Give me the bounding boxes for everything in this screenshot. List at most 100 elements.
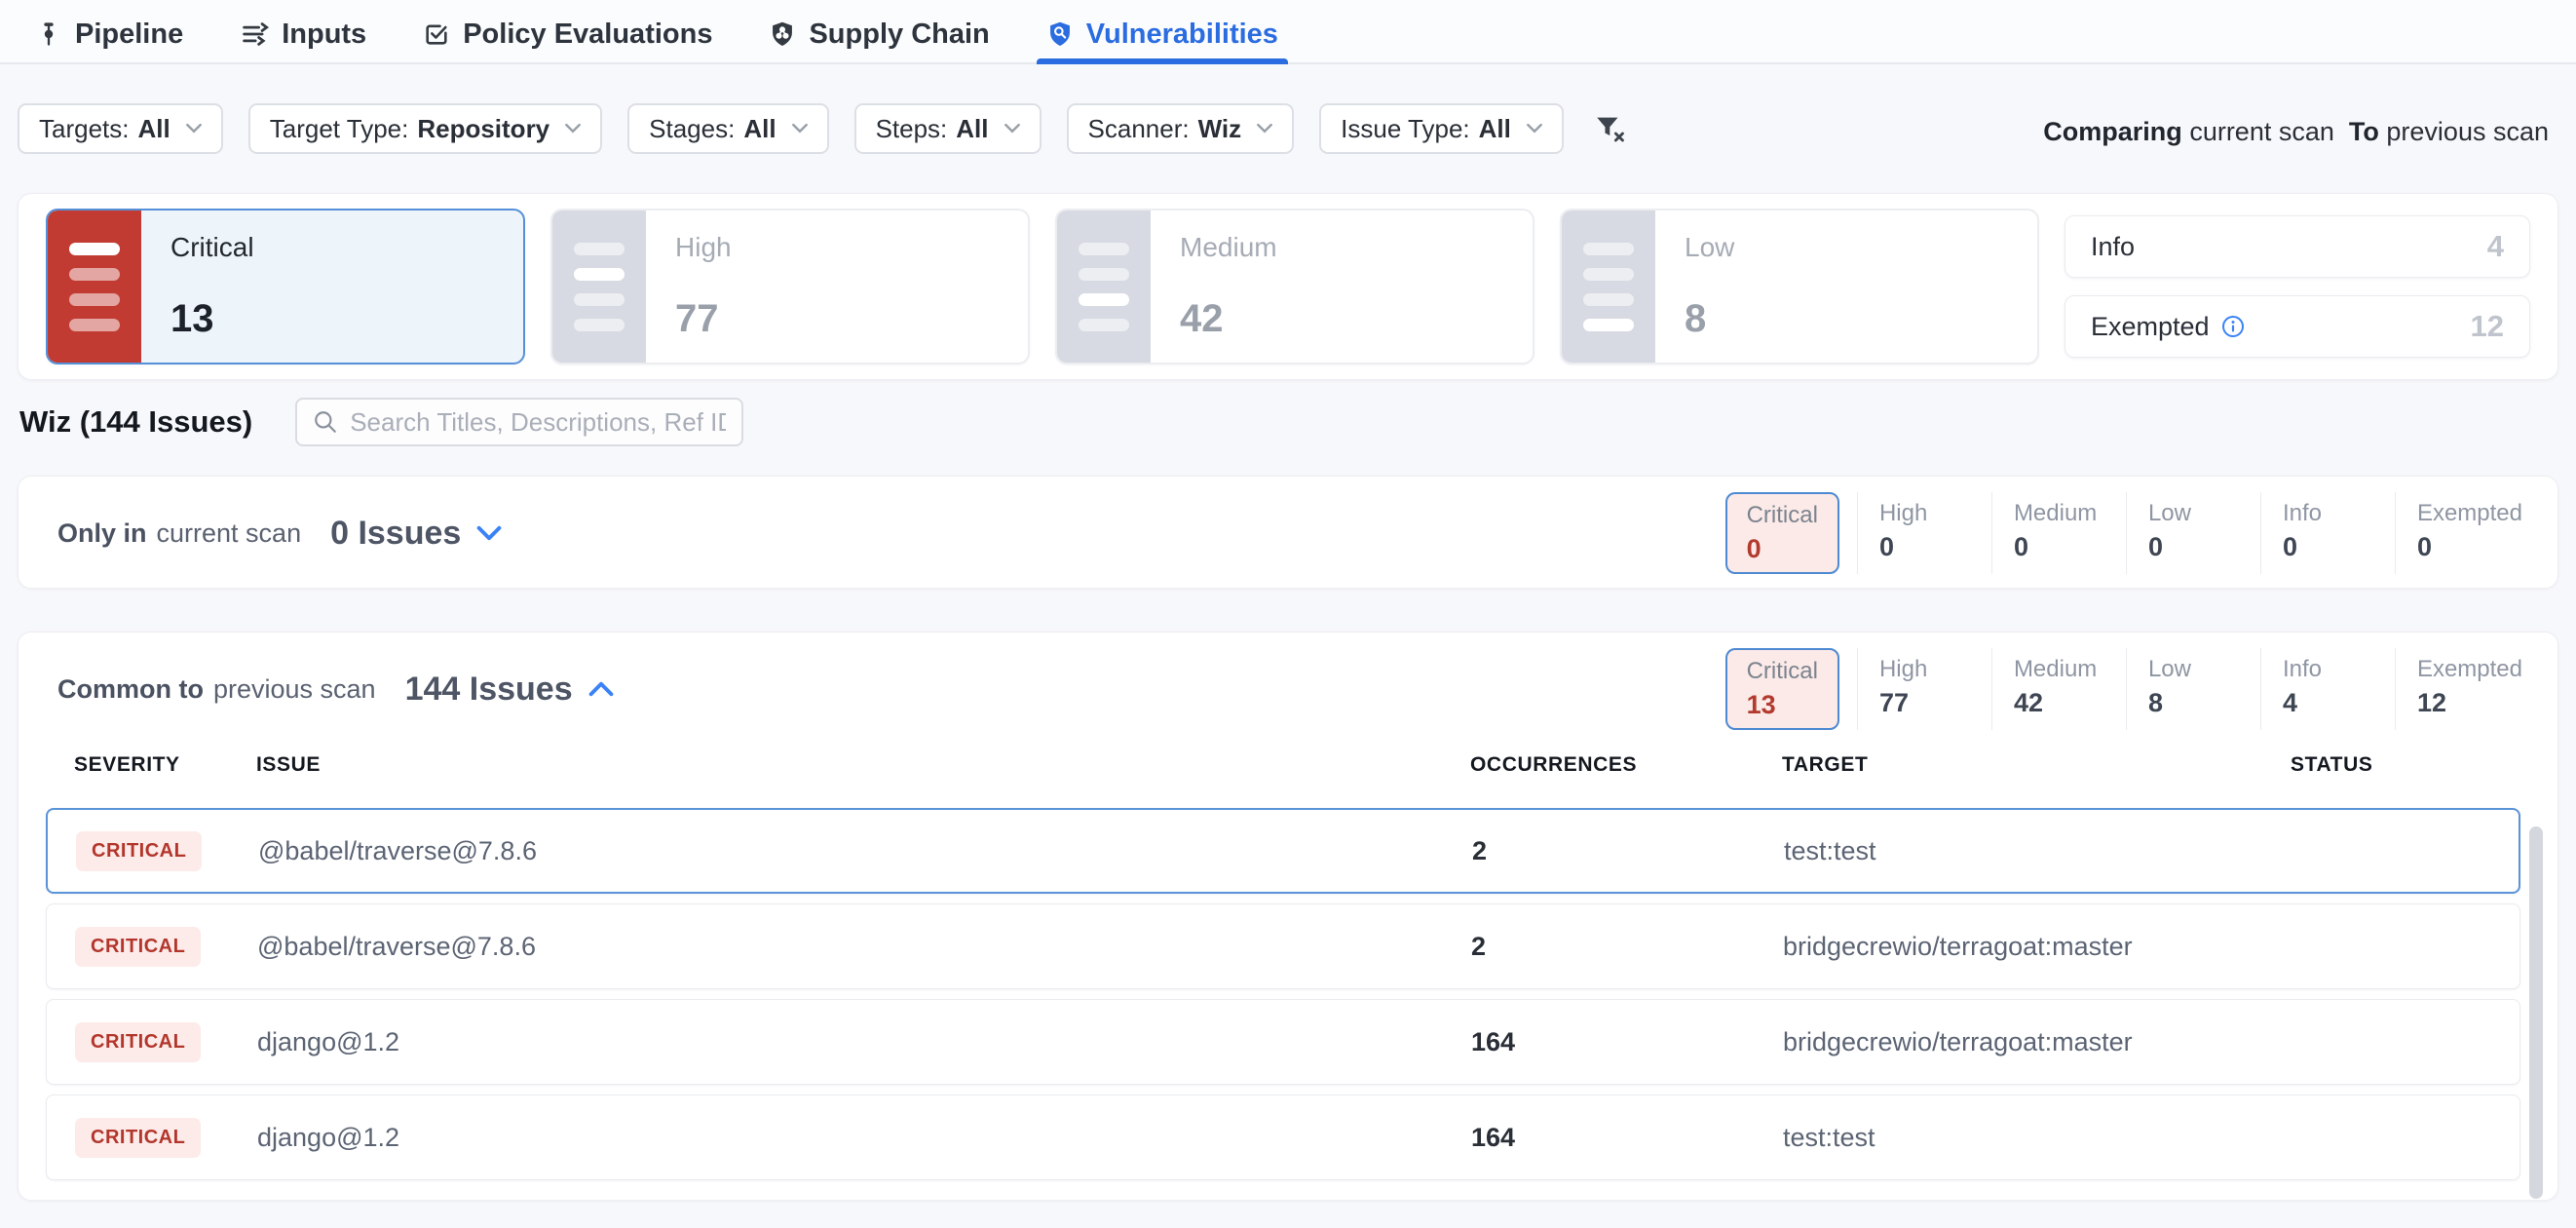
chip-low[interactable]: Low 8: [2126, 648, 2243, 730]
filter-scanner[interactable]: Scanner: Wiz: [1067, 103, 1295, 154]
severity-card-low[interactable]: Low 8: [1560, 209, 2039, 365]
policy-check-icon: [423, 20, 450, 48]
chip-exempted[interactable]: Exempted 0: [2395, 492, 2522, 574]
severity-badge: CRITICAL: [75, 927, 201, 967]
severity-badge: CRITICAL: [76, 831, 202, 871]
chip-critical[interactable]: Critical 0: [1725, 492, 1839, 574]
occurrences-cell: 2: [1472, 836, 1784, 866]
filter-label: Scanner:: [1088, 114, 1190, 144]
tab-bar: Pipeline Inputs Policy Evaluations Suppl…: [0, 0, 2576, 64]
common-count: 144 Issues: [405, 671, 573, 709]
info-icon: [2221, 315, 2245, 338]
chip-value: 4: [2283, 688, 2377, 718]
comparing-bold: Comparing: [2043, 117, 2182, 146]
table-row[interactable]: CRITICAL django@1.2 164 bridgecrewio/ter…: [46, 999, 2520, 1085]
chip-label: Critical: [1747, 658, 1818, 685]
filter-value: All: [956, 114, 988, 144]
filter-value: All: [138, 114, 170, 144]
col-issue: ISSUE: [256, 753, 1470, 777]
common-header: Common to previous scan 144 Issues: [57, 671, 614, 709]
tab-label: Inputs: [282, 19, 366, 51]
info-card-label: Info: [2091, 232, 2135, 262]
tab-policy-evaluations[interactable]: Policy Evaluations: [423, 6, 712, 62]
filter-label: Steps:: [876, 114, 948, 144]
severity-level-icon: [552, 211, 646, 363]
chip-high[interactable]: High 0: [1857, 492, 1974, 574]
severity-badge: CRITICAL: [75, 1022, 201, 1062]
inputs-icon: [240, 20, 269, 48]
occurrences-cell: 2: [1471, 932, 1783, 962]
severity-card-medium[interactable]: Medium 42: [1055, 209, 1534, 365]
severity-card-label: Low: [1685, 232, 2008, 263]
chip-label: Info: [2283, 500, 2377, 527]
common-collapse-toggle[interactable]: [588, 681, 614, 697]
severity-level-icon: [48, 211, 141, 363]
chip-info[interactable]: Info 0: [2260, 492, 2377, 574]
chip-value: 0: [2417, 532, 2522, 562]
chip-info[interactable]: Info 4: [2260, 648, 2377, 730]
only-in-rest: current scan: [157, 518, 302, 549]
tab-supply-chain[interactable]: Supply Chain: [769, 6, 989, 62]
chip-value: 0: [1747, 534, 1818, 564]
filter-label: Targets:: [39, 114, 130, 144]
issue-cell: django@1.2: [257, 1123, 1471, 1153]
filter-target-type[interactable]: Target Type: Repository: [248, 103, 602, 154]
filter-stages[interactable]: Stages: All: [627, 103, 828, 154]
search-input[interactable]: [350, 407, 726, 438]
chip-critical[interactable]: Critical 13: [1725, 648, 1839, 730]
chip-value: 42: [2014, 688, 2108, 718]
col-severity: SEVERITY: [74, 753, 256, 777]
chip-high[interactable]: High 77: [1857, 648, 1974, 730]
filter-value: All: [1479, 114, 1511, 144]
chevron-down-icon: [792, 124, 808, 134]
severity-level-icon: [1057, 211, 1151, 363]
filter-targets[interactable]: Targets: All: [18, 103, 223, 154]
exempted-card-label: Exempted: [2091, 312, 2245, 342]
only-in-bold: Only in: [57, 518, 147, 549]
info-card[interactable]: Info 4: [2065, 215, 2530, 278]
chip-exempted[interactable]: Exempted 12: [2395, 648, 2522, 730]
comparing-label: Comparing current scan To previous scan: [2043, 117, 2549, 147]
filter-issue-type[interactable]: Issue Type: All: [1319, 103, 1564, 154]
filter-label: Issue Type:: [1341, 114, 1470, 144]
target-cell: test:test: [1783, 1123, 2292, 1153]
only-in-expand-toggle[interactable]: [476, 525, 502, 541]
common-bold: Common to: [57, 674, 204, 705]
tab-inputs[interactable]: Inputs: [240, 6, 366, 62]
exempted-label-text: Exempted: [2091, 312, 2210, 342]
clear-filters-button[interactable]: [1593, 112, 1626, 145]
chip-low[interactable]: Low 0: [2126, 492, 2243, 574]
info-card-count: 4: [2487, 229, 2504, 264]
chip-medium[interactable]: Medium 0: [1991, 492, 2108, 574]
filter-steps[interactable]: Steps: All: [854, 103, 1042, 154]
chevron-down-icon: [1527, 124, 1542, 134]
vulnerabilities-page: Pipeline Inputs Policy Evaluations Suppl…: [0, 0, 2576, 1228]
only-in-header: Only in current scan 0 Issues: [57, 515, 502, 553]
filter-value: Wiz: [1198, 114, 1242, 144]
chip-label: Low: [2148, 656, 2243, 683]
table-row[interactable]: CRITICAL @babel/traverse@7.8.6 2 bridgec…: [46, 903, 2520, 989]
tab-vulnerabilities[interactable]: Vulnerabilities: [1046, 6, 1278, 62]
occurrences-cell: 164: [1471, 1123, 1783, 1153]
scrollbar-thumb[interactable]: [2529, 826, 2543, 1199]
exempted-card[interactable]: Exempted 12: [2065, 295, 2530, 358]
severity-card-high[interactable]: High 77: [550, 209, 1030, 365]
table-row[interactable]: CRITICAL django@1.2 164 test:test: [46, 1094, 2520, 1180]
exempted-card-count: 12: [2471, 309, 2504, 344]
chevron-down-icon: [1004, 124, 1020, 134]
tab-pipeline[interactable]: Pipeline: [35, 6, 183, 62]
chip-label: Low: [2148, 500, 2243, 527]
search-box: [295, 398, 743, 446]
target-cell: bridgecrewio/terragoat:master: [1783, 1027, 2292, 1057]
chip-medium[interactable]: Medium 42: [1991, 648, 2108, 730]
table-row[interactable]: CRITICAL @babel/traverse@7.8.6 2 test:te…: [46, 808, 2520, 894]
only-in-current-scan-panel: Only in current scan 0 Issues Critical 0…: [18, 476, 2558, 589]
issue-cell: @babel/traverse@7.8.6: [258, 836, 1472, 866]
chip-value: 12: [2417, 688, 2522, 718]
severity-card-label: Critical: [170, 232, 494, 263]
severity-card-critical[interactable]: Critical 13: [46, 209, 525, 365]
chip-label: Medium: [2014, 656, 2108, 683]
severity-summary: Critical 13 High 77 Medium 42: [18, 193, 2558, 380]
chevron-up-icon: [588, 681, 614, 697]
filter-bar: Targets: All Target Type: Repository Sta…: [18, 103, 1626, 154]
